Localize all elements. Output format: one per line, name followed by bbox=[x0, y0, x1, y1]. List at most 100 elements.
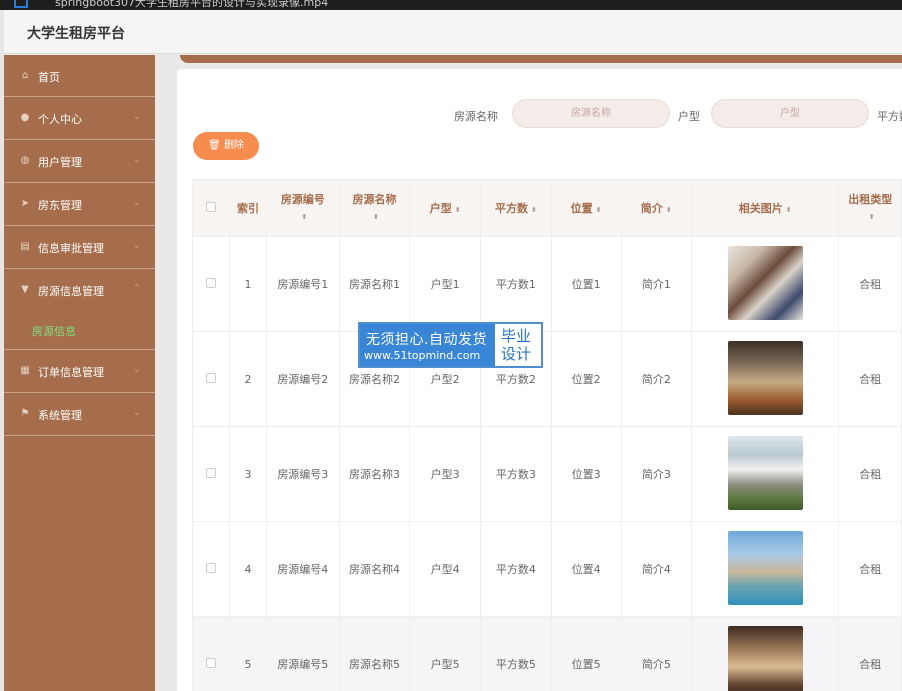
watermark-line2: www.51topmind.com bbox=[364, 349, 481, 362]
cell-area: 平方数4 bbox=[480, 521, 552, 617]
cell-location: 位置3 bbox=[550, 426, 622, 522]
row-checkbox[interactable] bbox=[206, 467, 217, 478]
chevron-down-icon: ⌄ bbox=[132, 197, 141, 208]
clipboard-icon: ▤ bbox=[20, 241, 30, 252]
select-all-checkbox[interactable] bbox=[206, 201, 217, 212]
select-all-cell[interactable] bbox=[191, 179, 231, 237]
top-accent-bar bbox=[180, 55, 902, 63]
sidebar-item-order-management[interactable]: ▦ 订单信息管理 ⌄ bbox=[4, 350, 155, 393]
trash-icon: 🗑 bbox=[208, 140, 221, 151]
sidebar-item-personal-center[interactable]: ● 个人中心 ⌄ bbox=[4, 97, 155, 140]
listing-photo[interactable] bbox=[727, 435, 803, 510]
row-select-cell[interactable] bbox=[191, 426, 231, 522]
delete-button-label: 删除 bbox=[223, 140, 244, 151]
sidebar-item-system-management[interactable]: ⚑ 系统管理 ⌄ bbox=[4, 393, 155, 436]
cell-code: 房源编号3 bbox=[265, 426, 340, 522]
cell-location: 位置5 bbox=[550, 616, 622, 691]
cell-location: 位置1 bbox=[550, 236, 622, 332]
delete-button[interactable]: 🗑 删除 bbox=[193, 132, 259, 160]
cell-intro: 简介4 bbox=[620, 521, 692, 617]
sidebar-subitem-listing-info[interactable]: 房源信息 bbox=[4, 312, 155, 350]
row-select-cell[interactable] bbox=[191, 521, 231, 617]
column-header-intro[interactable]: 简介 ⬍ bbox=[620, 179, 692, 237]
search-bar: 房源名称 房源名称 户型 户型 平方数 bbox=[177, 99, 902, 129]
row-select-cell[interactable] bbox=[191, 236, 231, 332]
cell-area: 平方数3 bbox=[480, 426, 552, 522]
listing-photo[interactable] bbox=[727, 530, 803, 605]
sidebar-item-landlord-management[interactable]: ➤ 房东管理 ⌄ bbox=[4, 183, 155, 226]
funnel-icon: ▼ bbox=[21, 284, 29, 295]
column-header-rent-type[interactable]: 出租类型 ⬍ bbox=[838, 179, 902, 237]
sort-icon[interactable]: ⬍ bbox=[373, 209, 379, 225]
column-header-label: 房源编号 bbox=[280, 192, 325, 206]
cell-rent-type: 合租 bbox=[838, 426, 902, 522]
cell-code: 房源编号4 bbox=[265, 521, 340, 617]
column-header-name[interactable]: 房源名称 ⬍ bbox=[338, 179, 411, 237]
cell-image bbox=[690, 616, 840, 691]
row-checkbox[interactable] bbox=[206, 277, 217, 288]
main-content: 房源名称 房源名称 户型 户型 平方数 🗑 删除 索引 房源编号⬍ 房源名称⬍ … bbox=[155, 55, 902, 691]
column-header-label: 相关图片 bbox=[738, 202, 783, 215]
app-title: 大学生租房平台 bbox=[27, 26, 125, 42]
sidebar-subitem-label: 房源信息 bbox=[32, 325, 76, 338]
column-header-location[interactable]: 位置 ⬍ bbox=[550, 179, 622, 237]
table-row[interactable]: 4 房源编号4 房源名称4 户型4 平方数4 位置4 简介4 合租 bbox=[191, 521, 902, 617]
column-header-label: 房源名称 bbox=[352, 192, 397, 206]
cell-index: 2 bbox=[229, 331, 267, 427]
search-label-area: 平方数 bbox=[877, 110, 902, 123]
sort-icon[interactable]: ⬍ bbox=[596, 206, 602, 214]
sidebar-item-approval-management[interactable]: ▤ 信息审批管理 ⌄ bbox=[4, 226, 155, 269]
window-title: springboot307大学生租房平台的设计与实现录像.mp4 bbox=[55, 0, 329, 9]
listing-photo[interactable] bbox=[727, 625, 803, 691]
sort-icon[interactable]: ⬍ bbox=[455, 206, 461, 214]
sort-icon[interactable]: ⬍ bbox=[531, 206, 537, 214]
sidebar-item-home[interactable]: ⌂ 首页 bbox=[4, 55, 155, 97]
column-header-label: 平方数 bbox=[494, 202, 528, 215]
listing-photo[interactable] bbox=[727, 245, 803, 320]
search-input-type[interactable]: 户型 bbox=[711, 99, 869, 128]
sort-icon[interactable]: ⬍ bbox=[301, 209, 307, 225]
cell-location: 位置2 bbox=[550, 331, 622, 427]
table-row[interactable]: 2 房源编号2 房源名称2 户型2 平方数2 位置2 简介2 合租 bbox=[191, 331, 902, 427]
row-checkbox[interactable] bbox=[206, 657, 217, 668]
chevron-up-icon: ⌃ bbox=[132, 283, 141, 294]
listing-photo[interactable] bbox=[727, 340, 803, 415]
row-select-cell[interactable] bbox=[191, 331, 231, 427]
column-header-code[interactable]: 房源编号 ⬍ bbox=[265, 179, 340, 237]
row-checkbox[interactable] bbox=[206, 562, 217, 573]
cell-image bbox=[690, 331, 840, 427]
window-titlebar: springboot307大学生租房平台的设计与实现录像.mp4 bbox=[0, 0, 902, 10]
app-header: 大学生租房平台 bbox=[4, 10, 902, 54]
watermark-line1: 无须担心.自动发货 bbox=[366, 332, 487, 348]
row-select-cell[interactable] bbox=[191, 616, 231, 691]
row-checkbox[interactable] bbox=[206, 372, 217, 383]
cell-area: 平方数1 bbox=[480, 236, 552, 332]
table-row[interactable]: 5 房源编号5 房源名称5 户型5 平方数5 位置5 简介5 合租 bbox=[191, 616, 902, 691]
cell-type: 户型4 bbox=[409, 521, 482, 617]
cell-name: 房源名称5 bbox=[338, 616, 411, 691]
chevron-down-icon: ⌄ bbox=[132, 240, 141, 251]
table-row[interactable]: 1 房源编号1 房源名称1 户型1 平方数1 位置1 简介1 合租 bbox=[191, 236, 902, 332]
cell-index: 1 bbox=[229, 236, 267, 332]
column-header-type[interactable]: 户型 ⬍ bbox=[409, 179, 482, 237]
sort-icon[interactable]: ⬍ bbox=[666, 206, 672, 214]
search-label-type: 户型 bbox=[678, 110, 700, 123]
sidebar-item-listing-management[interactable]: ▼ 房源信息管理 ⌃ bbox=[4, 269, 155, 312]
column-header-area[interactable]: 平方数 ⬍ bbox=[480, 179, 552, 237]
column-header-label: 位置 bbox=[570, 202, 593, 215]
sidebar-item-label: 订单信息管理 bbox=[38, 366, 104, 379]
listing-table: 索引 房源编号 ⬍ 房源名称 ⬍ 户型 ⬍ 平方数 ⬍ 位置 ⬍ 简介 ⬍ 相关图片 ⬍ 出租… bbox=[191, 179, 902, 691]
cell-index: 3 bbox=[229, 426, 267, 522]
cell-area: 平方数5 bbox=[480, 616, 552, 691]
sidebar-item-label: 房源信息管理 bbox=[38, 285, 104, 298]
app-window-icon bbox=[14, 0, 28, 8]
column-header-images[interactable]: 相关图片 ⬍ bbox=[690, 179, 840, 237]
sort-icon[interactable]: ⬍ bbox=[869, 209, 875, 225]
watermark-badge: 无须担心.自动发货 www.51topmind.com 毕业 设计 bbox=[358, 322, 543, 368]
table-row[interactable]: 3 房源编号3 房源名称3 户型3 平方数3 位置3 简介3 合租 bbox=[191, 426, 902, 522]
column-header-label: 户型 bbox=[429, 202, 452, 215]
cell-index: 4 bbox=[229, 521, 267, 617]
sidebar-item-user-management[interactable]: ◍ 用户管理 ⌄ bbox=[4, 140, 155, 183]
search-input-name[interactable]: 房源名称 bbox=[512, 99, 670, 128]
sort-icon[interactable]: ⬍ bbox=[786, 206, 792, 214]
